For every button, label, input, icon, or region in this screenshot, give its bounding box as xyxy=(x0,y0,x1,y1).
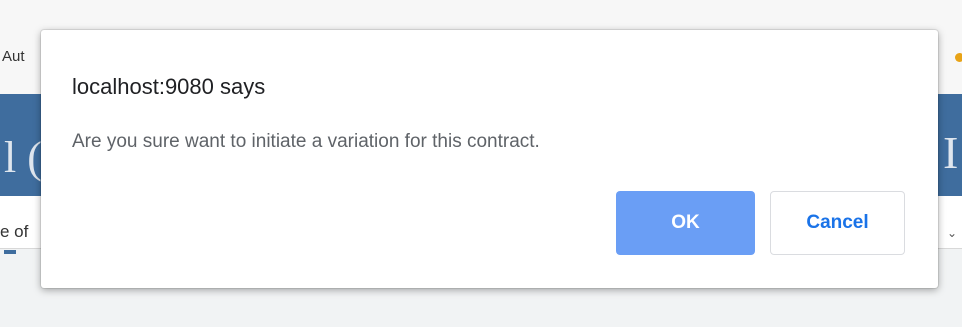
banner-text-left: l ( xyxy=(4,133,42,182)
filter-active-indicator xyxy=(4,250,16,254)
dialog-message: Are you sure want to initiate a variatio… xyxy=(72,131,540,152)
dialog-title: localhost:9080 says xyxy=(72,74,266,99)
banner-text-right: I xyxy=(943,127,959,178)
bookmark-item-label: Aut xyxy=(2,48,25,65)
bookmark-favicon-icon xyxy=(955,53,962,62)
chevron-down-icon: ⌄ xyxy=(947,226,958,240)
ok-button[interactable]: OK xyxy=(616,191,755,255)
filter-label: e of xyxy=(0,222,29,241)
confirm-dialog: localhost:9080 says Are you sure want to… xyxy=(41,30,938,288)
browser-top-strip xyxy=(0,0,962,32)
cancel-button[interactable]: Cancel xyxy=(770,191,905,255)
